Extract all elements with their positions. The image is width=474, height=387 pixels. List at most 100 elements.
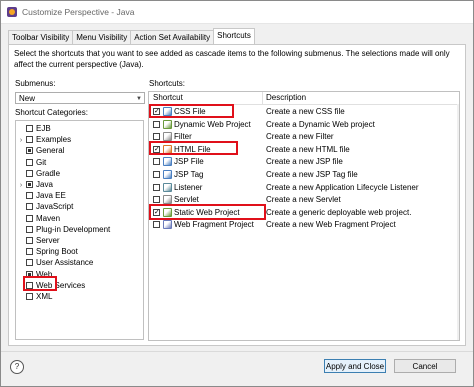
file-icon: [163, 119, 172, 129]
table-row[interactable]: ✓ CSS File Create a new CSS file: [149, 106, 459, 117]
category-label: Examples: [36, 135, 72, 145]
table-row[interactable]: Listener Create a new Application Lifecyc…: [149, 182, 459, 193]
table-row[interactable]: Filter Create a new Filter: [149, 131, 459, 142]
shortcuts-panel: Select the shortcuts that you want to se…: [8, 44, 466, 346]
category-label: Web: [36, 269, 53, 279]
shortcut-categories-label: Shortcut Categories:: [15, 108, 88, 117]
category-label: Java: [36, 180, 53, 189]
category-checkbox[interactable]: [26, 248, 33, 256]
category-item[interactable]: JavaScript: [16, 201, 73, 212]
category-label: User Assistance: [36, 258, 94, 268]
shortcut-checkbox[interactable]: [153, 196, 160, 204]
shortcut-description: Create a new Web Fragment Project: [266, 220, 396, 230]
category-checkbox[interactable]: [26, 281, 33, 289]
description-text: Select the shortcuts that you want to se…: [14, 49, 450, 69]
file-icon: [163, 170, 172, 179]
category-label: General: [36, 146, 65, 156]
category-item[interactable]: Git: [16, 157, 46, 168]
apply-and-close-button[interactable]: Apply and Close: [324, 359, 386, 373]
submenus-label: Submenus:: [15, 79, 56, 88]
shortcut-checkbox[interactable]: [153, 183, 160, 191]
category-label: Git: [36, 157, 47, 167]
category-checkbox[interactable]: [26, 237, 33, 244]
shortcut-name: JSP Tag: [174, 170, 204, 179]
category-item[interactable]: Spring Boot: [16, 246, 78, 257]
shortcut-checkbox[interactable]: [153, 120, 160, 128]
tab-action-set-availability[interactable]: Action Set Availability: [130, 30, 215, 44]
category-checkbox[interactable]: [26, 125, 33, 132]
category-checkbox[interactable]: [26, 225, 33, 233]
category-item[interactable]: User Assistance: [16, 257, 93, 268]
table-row[interactable]: Web Fragment Project Create a new Web Fra…: [149, 219, 459, 230]
shortcut-checkbox[interactable]: ✓: [153, 208, 160, 216]
shortcut-description: Create a new HTML file: [266, 144, 350, 154]
submenus-dropdown[interactable]: New ▼: [15, 92, 145, 104]
category-checkbox[interactable]: [26, 169, 33, 177]
category-checkbox[interactable]: [26, 270, 33, 278]
tab-shortcuts[interactable]: Shortcuts: [213, 28, 255, 44]
category-item[interactable]: General: [16, 145, 64, 156]
category-item[interactable]: EJB: [16, 123, 51, 134]
column-header-description[interactable]: Description: [266, 93, 306, 102]
category-item[interactable]: Server: [16, 235, 60, 246]
category-checkbox[interactable]: [26, 181, 33, 188]
category-item[interactable]: XML: [16, 291, 52, 302]
category-label: Maven: [36, 213, 61, 223]
shortcut-checkbox[interactable]: [153, 171, 160, 178]
file-icon: [163, 207, 172, 217]
cancel-button[interactable]: Cancel: [394, 359, 456, 373]
file-icon: [163, 144, 172, 154]
category-item[interactable]: Maven: [16, 213, 60, 224]
category-label: EJB: [36, 124, 51, 133]
category-item[interactable]: Gradle: [16, 168, 60, 179]
table-row[interactable]: JSP File Create a new JSP file: [149, 156, 459, 167]
shortcuts-table[interactable]: Shortcut Description ✓ CSS File Create a n…: [148, 91, 460, 341]
category-item[interactable]: Web: [16, 269, 52, 280]
help-icon[interactable]: ?: [10, 360, 24, 374]
category-item[interactable]: Web Services: [16, 280, 85, 291]
shortcut-name: Listener: [174, 182, 203, 192]
category-checkbox[interactable]: [26, 158, 33, 166]
category-item[interactable]: Java EE: [16, 190, 66, 201]
title-bar: Customize Perspective - Java: [1, 1, 473, 24]
tab-menu-visibility[interactable]: Menu Visibility: [72, 30, 132, 44]
shortcut-name: Servlet: [174, 195, 199, 205]
shortcut-name: Web Fragment Project: [174, 220, 254, 230]
tab-toolbar-visibility[interactable]: Toolbar Visibility: [8, 30, 74, 44]
table-row[interactable]: Servlet Create a new Servlet: [149, 194, 459, 205]
category-item[interactable]: Plug-in Development: [16, 224, 110, 235]
category-checkbox[interactable]: [26, 293, 33, 300]
category-item[interactable]: › Java: [16, 179, 53, 190]
submenus-selected-value: New: [19, 94, 36, 103]
shortcut-description: Create a new Application Lifecycle Liste…: [266, 182, 419, 192]
footer-divider: [1, 351, 473, 352]
category-checkbox[interactable]: [26, 147, 33, 155]
file-icon: [163, 107, 172, 116]
file-icon: [163, 195, 172, 205]
table-row[interactable]: Dynamic Web Project Create a Dynamic Web …: [149, 119, 459, 130]
shortcut-checkbox[interactable]: ✓: [153, 145, 160, 153]
shortcut-description: Create a new Servlet: [266, 195, 341, 205]
shortcut-checkbox[interactable]: [153, 221, 160, 229]
category-checkbox[interactable]: [26, 259, 33, 267]
shortcuts-label: Shortcuts:: [149, 79, 186, 88]
category-checkbox[interactable]: [26, 214, 33, 222]
category-checkbox[interactable]: [26, 203, 33, 211]
eclipse-app-icon: [7, 7, 17, 17]
category-label: Plug-in Development: [36, 224, 111, 234]
column-header-shortcut[interactable]: Shortcut: [153, 93, 183, 102]
category-checkbox[interactable]: [26, 136, 33, 144]
file-icon: [163, 220, 172, 230]
shortcut-categories-tree[interactable]: EJB › Examples General Git Gradle › Java Java EE…: [15, 120, 144, 340]
shortcut-checkbox[interactable]: [153, 133, 160, 141]
category-checkbox[interactable]: [26, 192, 33, 200]
table-row[interactable]: ✓ Static Web Project Create a generic depl…: [149, 207, 459, 218]
table-row[interactable]: JSP Tag Create a new JSP Tag file: [149, 169, 459, 180]
shortcut-description: Create a Dynamic Web project: [266, 119, 375, 129]
file-icon: [163, 132, 172, 142]
table-row[interactable]: ✓ HTML File Create a new HTML file: [149, 144, 459, 155]
shortcut-checkbox[interactable]: [153, 158, 160, 166]
shortcut-checkbox[interactable]: ✓: [153, 108, 160, 115]
shortcut-name: Static Web Project: [174, 207, 240, 217]
category-item[interactable]: › Examples: [16, 134, 71, 145]
